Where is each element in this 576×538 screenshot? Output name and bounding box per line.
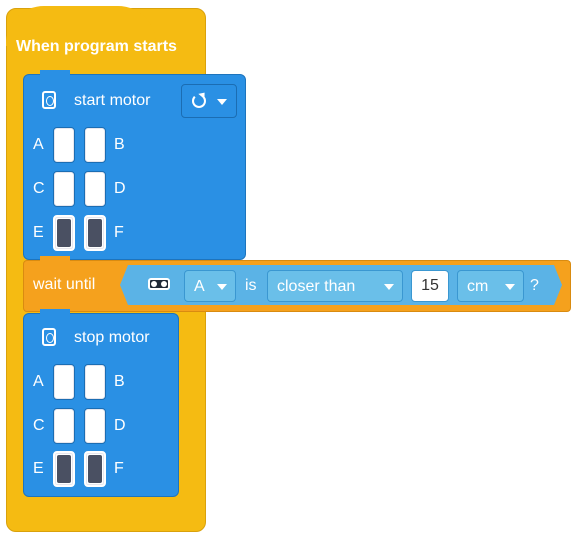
port-c-toggle[interactable]: [53, 171, 75, 207]
chevron-down-icon: [384, 284, 394, 290]
port-label-e: E: [33, 224, 44, 241]
port-c-toggle[interactable]: [53, 408, 75, 444]
comparison-dropdown[interactable]: closer than: [267, 270, 403, 302]
motor-icon: [42, 91, 56, 109]
port-label-f: F: [114, 224, 124, 241]
start-motor-notch: [40, 70, 70, 80]
comparison-value: closer than: [277, 278, 356, 295]
port-label-e: E: [33, 460, 44, 477]
start-motor-label: start motor: [74, 92, 151, 109]
motor-icon: [42, 328, 56, 346]
port-d-toggle[interactable]: [84, 408, 106, 444]
stop-motor-notch: [40, 309, 70, 319]
chevron-down-icon: [505, 284, 515, 290]
port-f-toggle[interactable]: [84, 215, 106, 251]
port-label-b: B: [114, 373, 125, 390]
wait-until-label: wait until: [33, 276, 96, 293]
direction-dropdown[interactable]: [181, 84, 237, 118]
port-label-a: A: [33, 373, 44, 390]
port-b-toggle[interactable]: [84, 127, 106, 163]
is-label: is: [245, 277, 257, 294]
wait-until-notch: [40, 256, 70, 266]
unit-value: cm: [467, 278, 489, 295]
chevron-down-icon: [217, 284, 227, 290]
port-a-toggle[interactable]: [53, 127, 75, 163]
port-a-toggle[interactable]: [53, 364, 75, 400]
port-label-c: C: [33, 180, 45, 197]
question-mark: ?: [530, 277, 539, 294]
port-label-d: D: [114, 180, 126, 197]
rotate-clockwise-icon: [192, 94, 206, 108]
port-e-toggle[interactable]: [53, 451, 75, 487]
stop-motor-label: stop motor: [74, 329, 150, 346]
distance-value-input[interactable]: 15: [411, 270, 449, 302]
unit-dropdown[interactable]: cm: [457, 270, 524, 302]
port-f-toggle[interactable]: [84, 451, 106, 487]
distance-sensor-icon: [148, 278, 170, 290]
port-label-c: C: [33, 417, 45, 434]
port-e-toggle[interactable]: [53, 215, 75, 251]
port-b-toggle[interactable]: [84, 364, 106, 400]
sensor-port-value: A: [194, 278, 205, 295]
chevron-down-icon: [217, 99, 227, 105]
sensor-port-dropdown[interactable]: A: [184, 270, 236, 302]
port-label-a: A: [33, 136, 44, 153]
port-label-d: D: [114, 417, 126, 434]
port-label-b: B: [114, 136, 125, 153]
program-start-label: When program starts: [16, 38, 177, 55]
port-d-toggle[interactable]: [84, 171, 106, 207]
port-label-f: F: [114, 460, 124, 477]
